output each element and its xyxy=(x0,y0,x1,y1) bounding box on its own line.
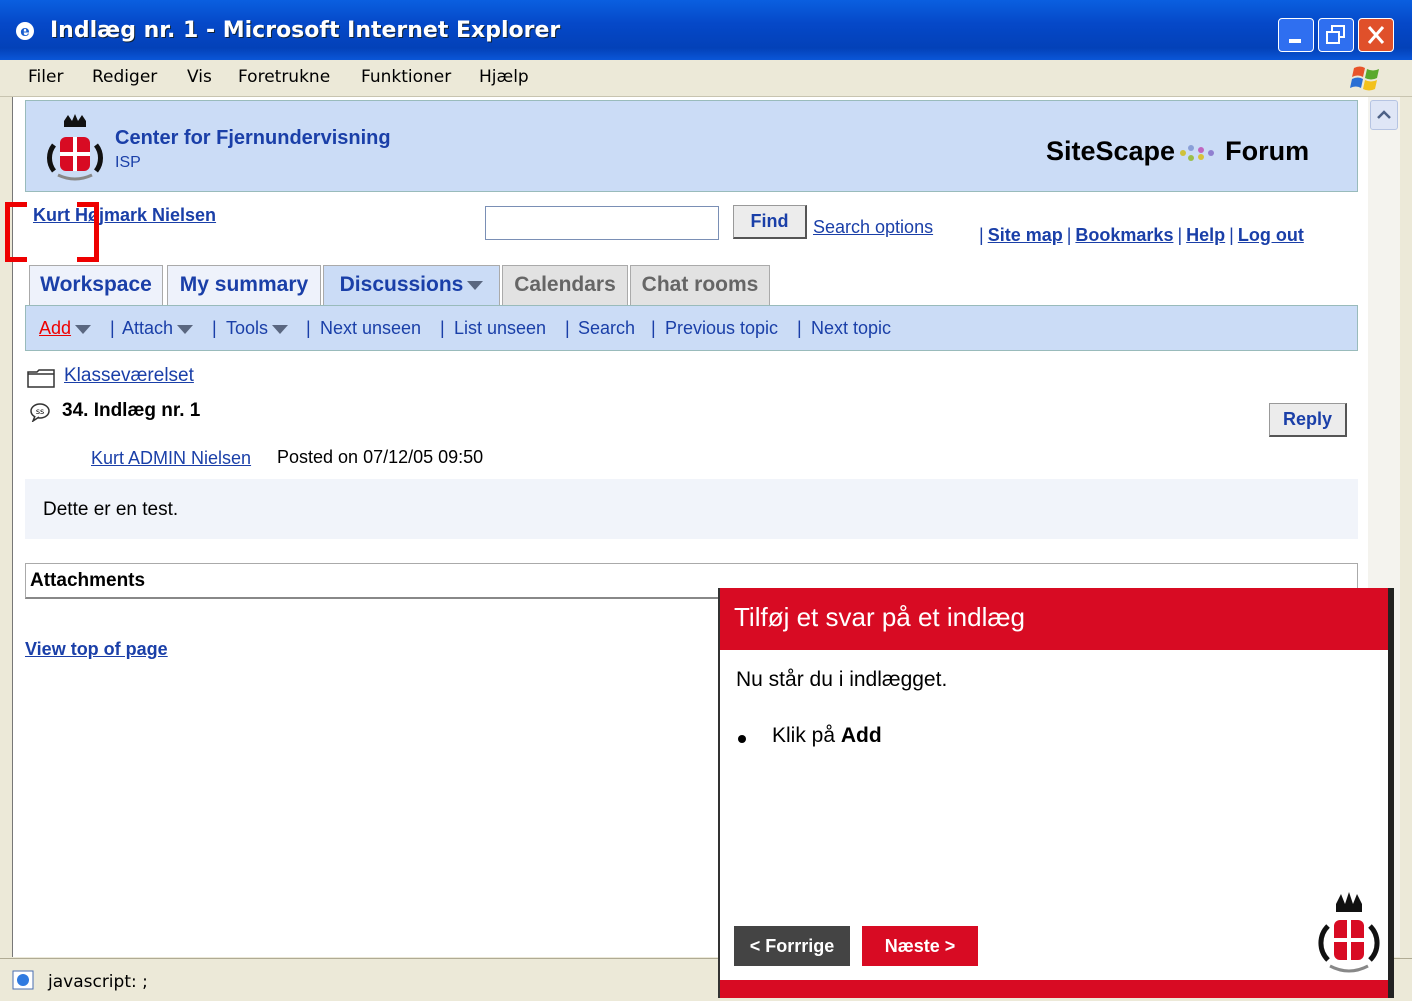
menu-bar: Filer Rediger Vis Foretrukne Funktioner … xyxy=(0,60,1412,97)
next-button[interactable]: Næste > xyxy=(862,926,978,966)
popup-bullet: Klik på Add xyxy=(738,724,882,748)
popup-text: Nu står du i indlægget. xyxy=(736,668,948,691)
svg-text:ss: ss xyxy=(36,407,44,416)
folder-link[interactable]: Klasseværelset xyxy=(64,365,194,387)
attachments-label: Attachments xyxy=(30,570,146,591)
help-link[interactable]: Help xyxy=(1186,225,1225,245)
tab-discussions[interactable]: Discussions xyxy=(323,265,500,307)
menu-edit[interactable]: Rediger xyxy=(92,67,157,87)
tab-my-summary[interactable]: My summary xyxy=(167,265,321,305)
next-topic-link[interactable]: Next topic xyxy=(811,318,891,339)
attach-label: Attach xyxy=(122,318,174,338)
tools-menu[interactable]: Tools xyxy=(226,318,289,339)
find-button[interactable]: Find xyxy=(733,205,807,239)
menu-help[interactable]: Hjælp xyxy=(479,67,529,87)
crown-crest-icon xyxy=(47,114,103,181)
folder-icon xyxy=(27,369,55,388)
window-title: Indlæg nr. 1 - Microsoft Internet Explor… xyxy=(50,18,561,43)
menu-view[interactable]: Vis xyxy=(187,67,212,87)
tab-label: Chat rooms xyxy=(641,273,759,296)
help-popup: Tilføj et svar på et indlæg Nu står du i… xyxy=(718,588,1394,998)
internet-explorer-icon: e xyxy=(16,22,34,40)
tab-label: Discussions xyxy=(339,273,464,296)
tab-workspace[interactable]: Workspace xyxy=(29,265,163,305)
ie-page-icon xyxy=(12,970,34,990)
add-label: Add xyxy=(39,318,72,338)
restore-button[interactable] xyxy=(1318,18,1354,52)
add-menu[interactable]: Add xyxy=(39,318,92,339)
author-link[interactable]: Kurt ADMIN Nielsen xyxy=(91,448,251,469)
bullet-prefix: Klik på xyxy=(772,724,841,747)
search-options-link[interactable]: Search options xyxy=(813,217,933,238)
add-highlight xyxy=(5,202,99,262)
chevron-down-icon xyxy=(75,324,92,334)
view-top-link[interactable]: View top of page xyxy=(25,639,168,660)
svg-text:e: e xyxy=(20,22,30,40)
message-body: Dette er en test. xyxy=(25,479,1358,539)
tools-label: Tools xyxy=(226,318,269,338)
org-name: Center for Fjernundervisning xyxy=(115,127,391,149)
status-text: javascript: ; xyxy=(48,972,148,992)
org-sub: ISP xyxy=(115,154,141,171)
top-links: | Site map | Bookmarks | Help | Log out xyxy=(979,225,1304,245)
brand-dots-icon xyxy=(1180,144,1215,161)
attach-menu[interactable]: Attach xyxy=(122,318,194,339)
tab-label: My summary xyxy=(179,273,309,296)
bookmarks-link[interactable]: Bookmarks xyxy=(1075,225,1173,245)
list-unseen-link[interactable]: List unseen xyxy=(454,318,546,339)
speech-bubble-icon: ss xyxy=(30,403,50,422)
site-banner: Center for Fjernundervisning ISP SiteSca… xyxy=(25,100,1358,192)
tab-chat-rooms[interactable]: Chat rooms xyxy=(630,265,770,305)
search-link[interactable]: Search xyxy=(578,318,635,339)
bullet-bold: Add xyxy=(840,724,882,747)
crown-crest-icon xyxy=(1318,892,1380,973)
brand-logo: SiteScape Forum xyxy=(1046,136,1309,167)
posted-date: Posted on 07/12/05 09:50 xyxy=(277,447,484,467)
menu-favorites[interactable]: Foretrukne xyxy=(238,67,330,87)
previous-button[interactable]: < Forrrige xyxy=(734,926,850,966)
close-button[interactable] xyxy=(1358,18,1394,52)
chevron-down-icon xyxy=(177,324,194,334)
next-unseen-link[interactable]: Next unseen xyxy=(320,318,421,339)
tab-label: Calendars xyxy=(514,273,616,296)
popup-title: Tilføj et svar på et indlæg xyxy=(734,602,1025,632)
chevron-down-icon xyxy=(272,324,289,334)
brand-left: SiteScape xyxy=(1046,136,1176,166)
tab-label: Workspace xyxy=(40,273,152,296)
menu-tools[interactable]: Funktioner xyxy=(361,67,451,87)
menu-file[interactable]: Filer xyxy=(28,67,63,87)
minimize-button[interactable] xyxy=(1278,18,1314,52)
search-input[interactable] xyxy=(485,206,719,240)
popup-footer xyxy=(720,980,1388,998)
brand-right: Forum xyxy=(1225,136,1310,166)
window-titlebar: e Indlæg nr. 1 - Microsoft Internet Expl… xyxy=(0,0,1412,60)
previous-topic-link[interactable]: Previous topic xyxy=(665,318,778,339)
scroll-up-button[interactable] xyxy=(1370,100,1398,130)
topic-toolbar: Add | Attach | Tools | Next unseen | Lis… xyxy=(25,305,1358,351)
site-map-link[interactable]: Site map xyxy=(988,225,1063,245)
popup-header: Tilføj et svar på et indlæg xyxy=(720,588,1388,650)
message-text: Dette er en test. xyxy=(43,499,179,520)
topic-title: 34. Indlæg nr. 1 xyxy=(62,400,201,421)
tab-calendars[interactable]: Calendars xyxy=(502,265,628,305)
log-out-link[interactable]: Log out xyxy=(1238,225,1304,245)
reply-button[interactable]: Reply xyxy=(1269,403,1347,437)
windows-logo-icon xyxy=(1350,66,1379,91)
chevron-down-icon xyxy=(467,280,484,290)
